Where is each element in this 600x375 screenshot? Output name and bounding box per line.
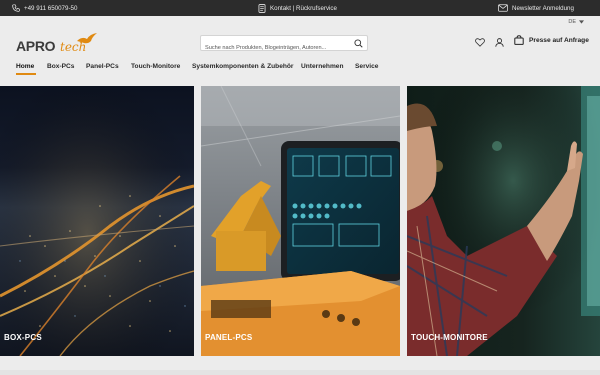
nav-item-systemkomponenten[interactable]: Systemkomponenten & Zubehör: [192, 63, 293, 70]
tile-panel-pcs-label: PANEL-PCS: [205, 333, 253, 342]
search-box: [200, 35, 368, 55]
phone-number: +49 911 650079-50: [24, 4, 78, 12]
phone-icon: [12, 4, 20, 12]
tile-touch-monitore[interactable]: TOUCH-MONITORE: [407, 86, 600, 356]
tile-panel-pcs[interactable]: PANEL-PCS: [201, 86, 400, 356]
bag-icon: [514, 35, 524, 45]
top-bar: +49 911 650079-50 Kontakt | Rückrufservi…: [0, 0, 600, 16]
nav-item-unternehmen[interactable]: Unternehmen: [301, 63, 344, 70]
touch-monitor-image: [407, 86, 600, 356]
chevron-down-icon: [579, 20, 584, 24]
newsletter-link[interactable]: Newsletter Anmeldung: [498, 0, 574, 16]
tile-box-pcs-label: BOX-PCS: [4, 333, 42, 342]
mail-icon: [498, 4, 508, 12]
city-lights-image: [0, 86, 194, 356]
presse-cart-button[interactable]: Presse auf Anfrage: [514, 35, 589, 45]
contact-card-icon: [258, 3, 266, 13]
contact-label: Kontakt | Rückrufservice: [270, 4, 337, 12]
nav-item-touch-monitore[interactable]: Touch-Monitore: [131, 63, 180, 70]
phone-link[interactable]: +49 911 650079-50: [12, 0, 77, 16]
search-input[interactable]: [201, 41, 351, 55]
bottom-divider: [0, 370, 600, 375]
nav-active-indicator: [16, 73, 36, 75]
category-tiles: BOX-PCS PANEL-PCS TOUCH-MONITORE: [0, 86, 600, 356]
heart-icon[interactable]: [475, 38, 485, 47]
search-icon[interactable]: [354, 39, 363, 48]
bottom-strip: [0, 356, 600, 375]
nav-item-panel-pcs[interactable]: Panel-PCs: [86, 63, 119, 70]
contact-link[interactable]: Kontakt | Rückrufservice: [258, 0, 337, 16]
nav-item-home[interactable]: Home: [16, 63, 34, 70]
user-icon[interactable]: [495, 38, 504, 47]
panel-pc-image: [201, 86, 400, 356]
tile-touch-monitore-label: TOUCH-MONITORE: [411, 333, 488, 342]
nav-item-service[interactable]: Service: [355, 63, 378, 70]
tile-box-pcs[interactable]: BOX-PCS: [0, 86, 194, 356]
newsletter-label: Newsletter Anmeldung: [512, 4, 574, 12]
header: DE APRO tech Presse auf Anfrage Home Box…: [0, 16, 600, 86]
language-label: DE: [568, 19, 576, 25]
language-selector[interactable]: DE: [568, 19, 584, 25]
logo[interactable]: APRO tech: [16, 32, 100, 58]
nav-item-box-pcs[interactable]: Box-PCs: [47, 63, 74, 70]
presse-label: Presse auf Anfrage: [529, 36, 589, 44]
logo-bird-icon: [77, 33, 97, 44]
logo-apro: APRO: [16, 38, 56, 54]
